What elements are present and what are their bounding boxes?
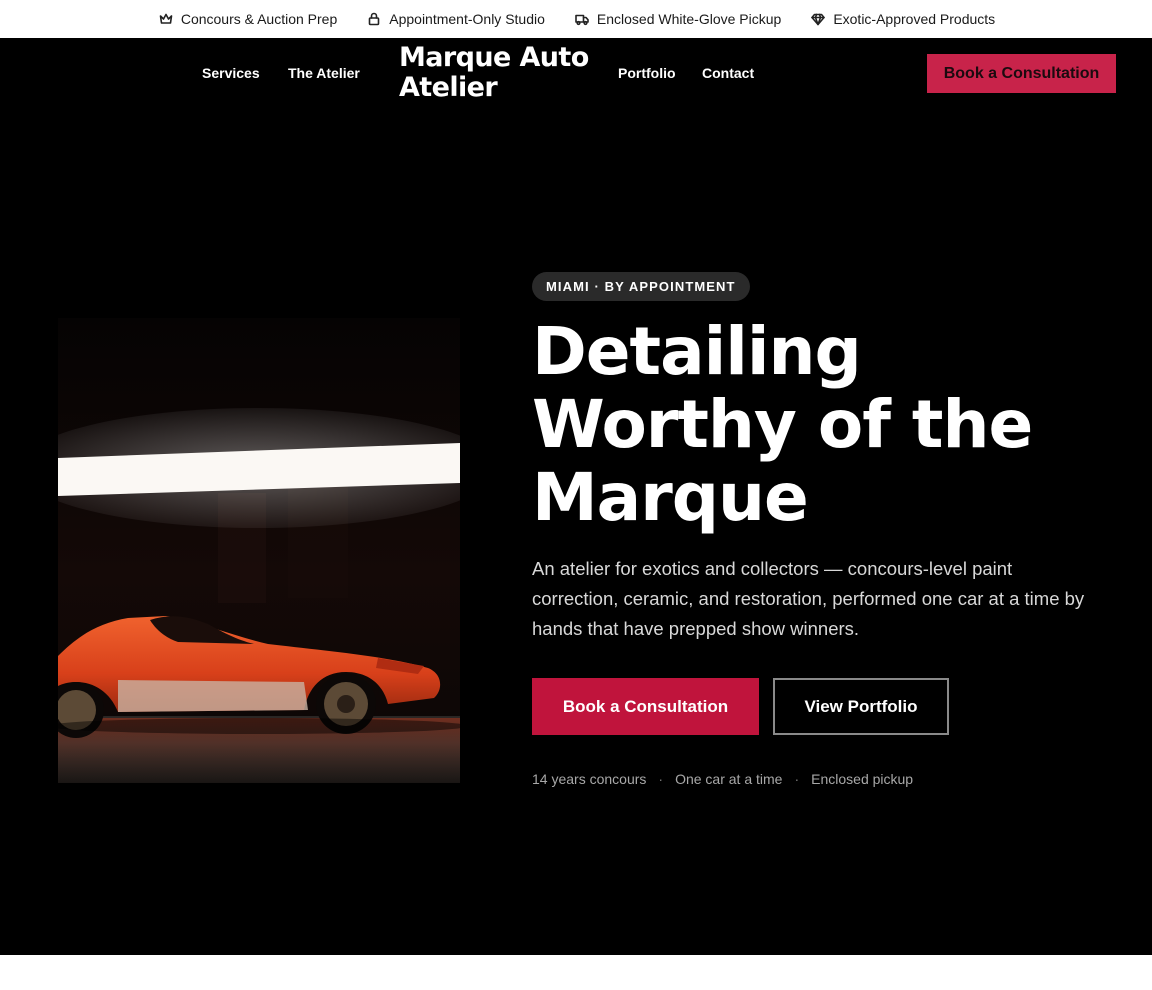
next-section: [0, 955, 1152, 990]
hero-actions: Book a Consultation View Portfolio: [532, 678, 1112, 735]
crown-icon: [159, 12, 173, 26]
hero-section: Services The Atelier Marque Auto Atelier…: [0, 38, 1152, 955]
announcement-bar: Concours & Auction Prep Appointment-Only…: [0, 0, 1152, 38]
announcement-item-concours: Concours & Auction Prep: [159, 11, 337, 27]
hero-content: MIAMI · BY APPOINTMENT Detailing Worthy …: [532, 272, 1112, 787]
hero-car-image: [58, 318, 460, 783]
hero-description: An atelier for exotics and collectors — …: [532, 558, 1085, 639]
stat-pickup: Enclosed pickup: [811, 771, 914, 787]
hero-headline: Detailing Worthy of the Marque: [532, 313, 1033, 536]
nav-link-the-atelier[interactable]: The Atelier: [288, 65, 360, 81]
brand-logo[interactable]: Marque Auto Atelier: [399, 43, 599, 103]
view-portfolio-button[interactable]: View Portfolio: [773, 678, 949, 735]
announcement-item-appointment: Appointment-Only Studio: [367, 11, 545, 27]
hero-stats: 14 years concours · One car at a time · …: [532, 771, 1112, 787]
main-nav: Services The Atelier Marque Auto Atelier…: [0, 38, 1152, 108]
lock-icon: [367, 12, 381, 26]
announcement-item-pickup: Enclosed White-Glove Pickup: [575, 11, 781, 27]
nav-book-consultation-button[interactable]: Book a Consultation: [927, 54, 1116, 93]
stat-separator: ·: [658, 771, 664, 787]
truck-icon: [575, 12, 589, 26]
stat-one-car: One car at a time: [675, 771, 783, 787]
announcement-label: Concours & Auction Prep: [180, 11, 338, 27]
stat-separator: ·: [794, 771, 800, 787]
location-badge: MIAMI · BY APPOINTMENT: [532, 272, 750, 301]
book-consultation-button[interactable]: Book a Consultation: [532, 678, 759, 735]
nav-link-contact[interactable]: Contact: [702, 65, 754, 81]
announcement-item-products: Exotic-Approved Products: [811, 11, 995, 27]
announcement-label: Enclosed White-Glove Pickup: [596, 11, 782, 27]
nav-link-portfolio[interactable]: Portfolio: [618, 65, 676, 81]
nav-link-services[interactable]: Services: [202, 65, 260, 81]
stat-years: 14 years concours: [532, 771, 647, 787]
announcement-label: Exotic-Approved Products: [833, 11, 996, 27]
announcement-label: Appointment-Only Studio: [389, 11, 545, 27]
diamond-icon: [811, 12, 826, 26]
